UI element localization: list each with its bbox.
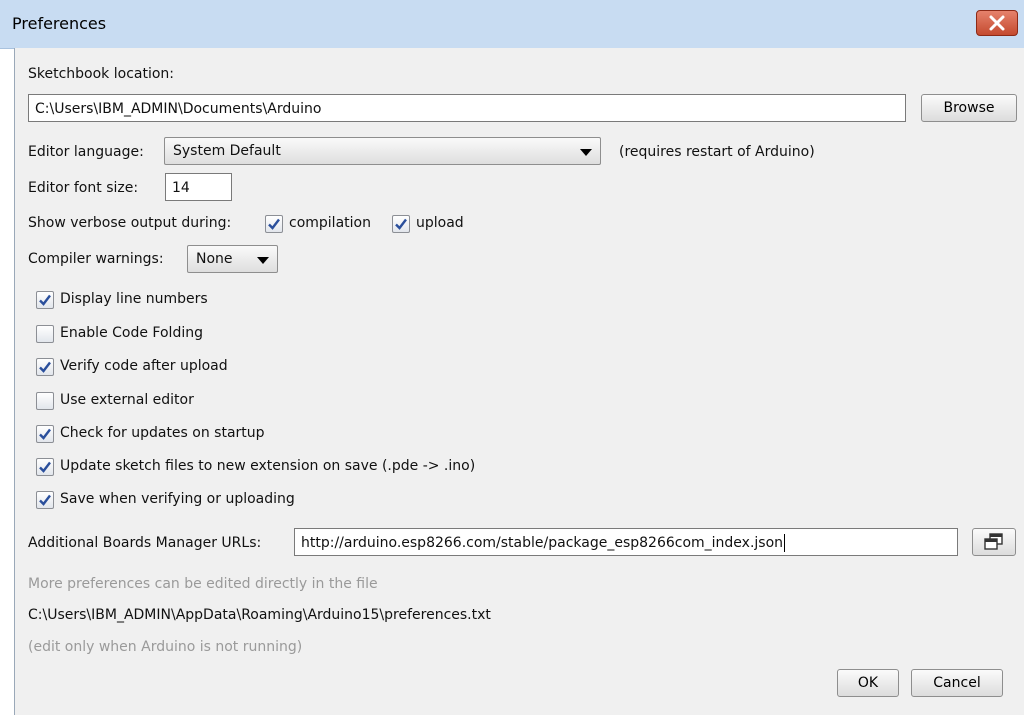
boards-manager-urls-input[interactable]: http://arduino.esp8266.com/stable/packag… xyxy=(294,528,958,556)
title-bar: Preferences xyxy=(0,0,1024,49)
display-line-numbers-label: Display line numbers xyxy=(60,291,208,307)
check-for-updates-label: Check for updates on startup xyxy=(60,425,265,441)
verify-code-after-upload-label: Verify code after upload xyxy=(60,358,228,374)
checkmark-icon xyxy=(39,494,51,506)
upload-checkbox[interactable] xyxy=(392,215,410,233)
font-size-input[interactable]: 14 xyxy=(165,173,232,201)
more-preferences-text: More preferences can be edited directly … xyxy=(28,576,378,592)
cancel-button[interactable]: Cancel xyxy=(911,669,1003,697)
chevron-down-icon xyxy=(257,257,269,264)
close-button[interactable] xyxy=(976,10,1018,36)
boards-manager-urls-value: http://arduino.esp8266.com/stable/packag… xyxy=(301,535,784,551)
close-icon xyxy=(989,15,1005,31)
verify-code-after-upload-checkbox[interactable] xyxy=(36,358,54,376)
chevron-down-icon xyxy=(580,149,592,156)
boards-manager-label: Additional Boards Manager URLs: xyxy=(28,535,262,551)
browse-button[interactable]: Browse xyxy=(921,94,1017,122)
verbose-label: Show verbose output during: xyxy=(28,215,232,231)
enable-code-folding-label: Enable Code Folding xyxy=(60,325,203,341)
check-for-updates-checkbox[interactable] xyxy=(36,425,54,443)
checkmark-icon xyxy=(39,428,51,440)
preferences-file-path: C:\Users\IBM_ADMIN\AppData\Roaming\Ardui… xyxy=(28,607,491,623)
use-external-editor-checkbox[interactable] xyxy=(36,392,54,410)
compiler-warnings-label: Compiler warnings: xyxy=(28,251,164,267)
upload-label: upload xyxy=(416,215,464,231)
compiler-warnings-select[interactable]: None xyxy=(187,245,278,273)
save-when-verifying-checkbox[interactable] xyxy=(36,491,54,509)
enable-code-folding-checkbox[interactable] xyxy=(36,325,54,343)
editor-language-note: (requires restart of Arduino) xyxy=(619,144,815,160)
checkmark-icon xyxy=(39,361,51,373)
edit-urls-button[interactable] xyxy=(972,528,1016,556)
window-list-icon xyxy=(984,533,1003,550)
sketchbook-location-input[interactable]: C:\Users\IBM_ADMIN\Documents\Arduino xyxy=(28,94,906,122)
compilation-checkbox[interactable] xyxy=(265,215,283,233)
update-sketch-extension-checkbox[interactable] xyxy=(36,458,54,476)
dialog-body: Sketchbook location: C:\Users\IBM_ADMIN\… xyxy=(14,48,1024,715)
checkmark-icon xyxy=(395,218,407,230)
save-when-verifying-label: Save when verifying or uploading xyxy=(60,491,295,507)
window-title: Preferences xyxy=(12,14,107,33)
sketchbook-label: Sketchbook location: xyxy=(28,66,175,82)
display-line-numbers-checkbox[interactable] xyxy=(36,291,54,309)
update-sketch-extension-label: Update sketch files to new extension on … xyxy=(60,458,476,474)
edit-note-text: (edit only when Arduino is not running) xyxy=(28,639,303,655)
font-size-label: Editor font size: xyxy=(28,180,139,196)
compiler-warnings-value: None xyxy=(196,251,233,267)
text-cursor xyxy=(784,534,786,552)
ok-button[interactable]: OK xyxy=(837,669,899,697)
editor-language-value: System Default xyxy=(173,143,281,159)
compilation-label: compilation xyxy=(289,215,371,231)
editor-language-label: Editor language: xyxy=(28,144,144,160)
checkmark-icon xyxy=(39,294,51,306)
checkmark-icon xyxy=(39,461,51,473)
editor-language-select[interactable]: System Default xyxy=(164,137,601,165)
use-external-editor-label: Use external editor xyxy=(60,392,194,408)
checkmark-icon xyxy=(268,218,280,230)
